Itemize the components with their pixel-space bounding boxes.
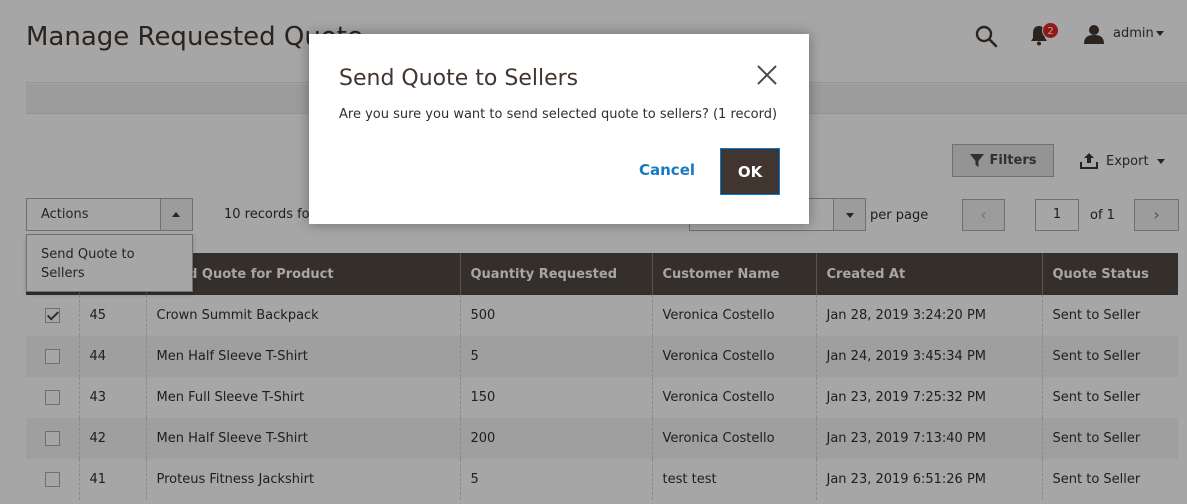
modal-title: Send Quote to Sellers (339, 66, 579, 91)
cancel-button[interactable]: Cancel (639, 161, 695, 179)
admin-page: Manage Requested Quote 2 admin Filters E… (0, 0, 1187, 504)
confirm-modal: Send Quote to Sellers Are you sure you w… (309, 34, 809, 224)
ok-button[interactable]: OK (720, 148, 780, 195)
modal-message: Are you sure you want to send selected q… (339, 107, 778, 122)
close-icon[interactable] (756, 64, 778, 86)
